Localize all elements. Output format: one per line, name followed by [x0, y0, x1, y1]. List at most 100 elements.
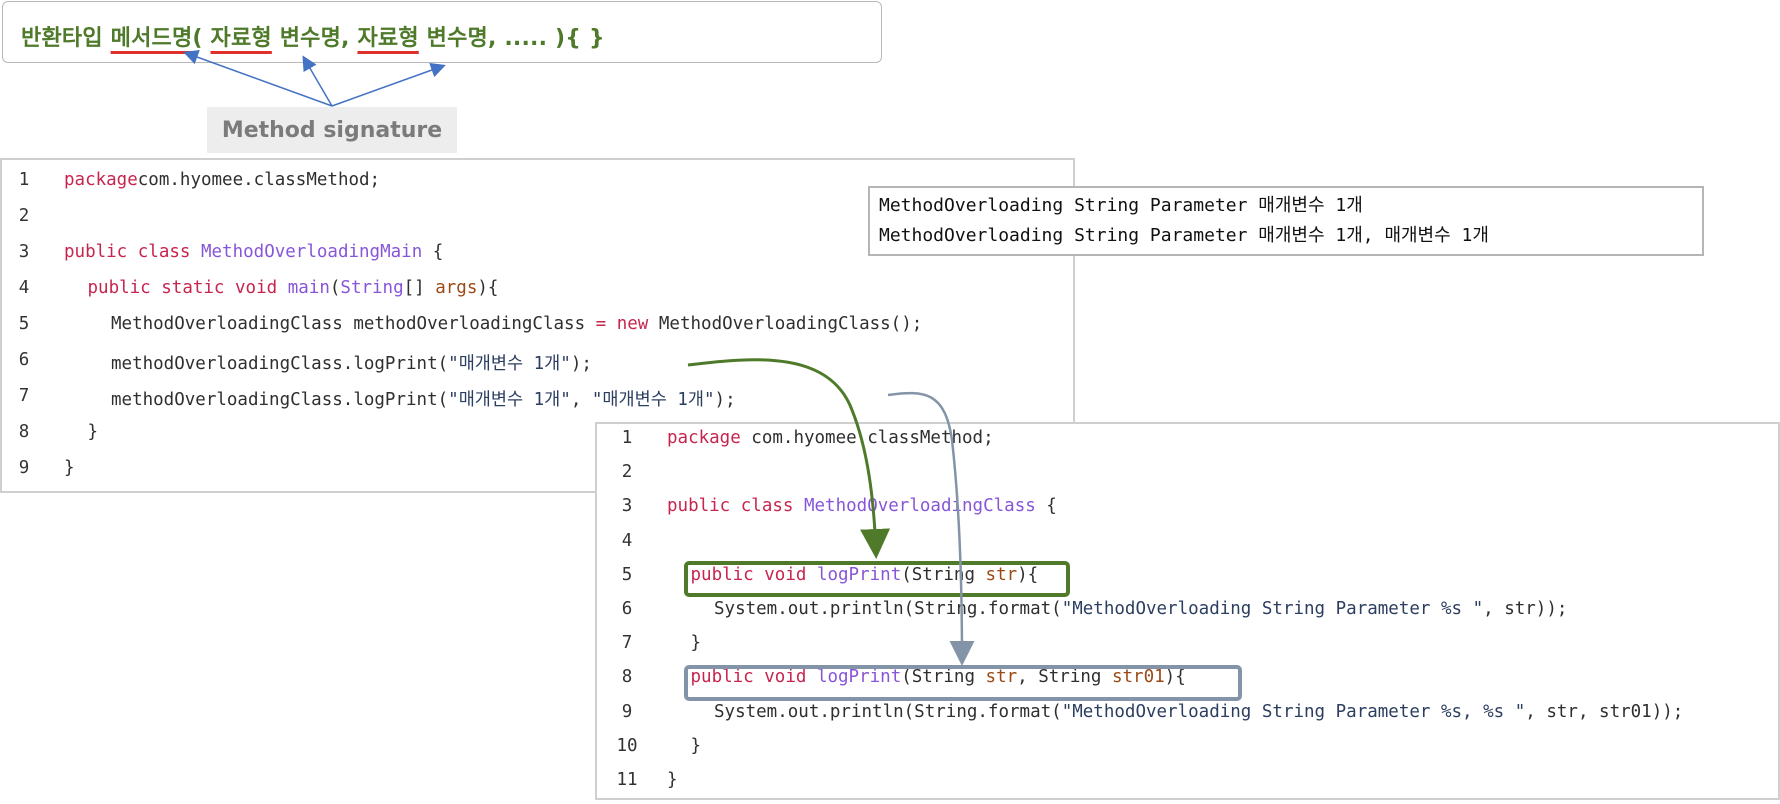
code-token: package [667, 428, 741, 448]
code-text: methodOverloadingClass.logPrint("매개변수 1개… [111, 386, 736, 411]
code-token: MethodOverloadingMain [190, 242, 423, 262]
code-token: [] [403, 278, 436, 298]
code-token: public [87, 278, 151, 298]
line-number: 2 [621, 462, 633, 483]
code-token: public [64, 242, 128, 262]
code-line: 2 [597, 462, 1778, 496]
code-token: "매개변수 1개" [448, 354, 571, 374]
code-token: com.hyomee.classMethod; [137, 170, 381, 190]
signature-text-part: 변수명, [271, 26, 358, 51]
line-number: 6 [18, 350, 30, 370]
code-token: ); [570, 354, 592, 374]
code-token: "MethodOverloading String Parameter %s " [1061, 599, 1484, 619]
code-token: , [570, 390, 592, 410]
code-token: static [150, 278, 225, 298]
code-token: public [667, 496, 731, 517]
console-output-panel: MethodOverloading String Parameter 매개변수 … [868, 186, 1704, 256]
code-token: MethodOverloadingClass(); [648, 314, 923, 334]
code-text: } [88, 422, 99, 442]
code-text: MethodOverloadingClass methodOverloading… [111, 314, 922, 334]
code-token: "매개변수 1개" [591, 390, 715, 410]
code-token: "MethodOverloading String Parameter %s, … [1061, 701, 1526, 722]
code-token: new [606, 314, 649, 334]
code-text: } [691, 736, 702, 756]
code-text: } [691, 633, 702, 653]
code-text: package com.hyomee.classMethod; [667, 428, 994, 448]
line-number: 3 [621, 496, 633, 517]
code-line: 3 public class MethodOverloadingClass { [597, 496, 1778, 530]
line-number: 7 [621, 633, 633, 654]
line-number: 2 [18, 206, 30, 226]
line-number: 1 [18, 170, 30, 190]
code-line: 6 System.out.println(String.format("Metho… [597, 599, 1778, 633]
code-token: = [595, 314, 607, 334]
method-signature-text: 반환타입 메서드명( 자료형 변수명, 자료형 변수명, ..... ){ } [21, 20, 605, 52]
console-output-line: MethodOverloading String Parameter 매개변수 … [879, 195, 1363, 216]
signature-underlined-term: 메서드명 [110, 26, 193, 51]
line-number: 5 [621, 564, 633, 585]
signature-underlined-term: 자료형 [210, 26, 272, 51]
code-line: 1 package com.hyomee.classMethod; [597, 428, 1778, 462]
code-token: void [224, 278, 278, 298]
line-number: 4 [621, 530, 633, 551]
code-line: 9 System.out.println(String.format("Metho… [597, 702, 1778, 736]
line-number: 1 [621, 428, 633, 448]
code-line: 6 methodOverloadingClass.logPrint("매개변수 1… [2, 350, 1073, 386]
line-number: 3 [18, 242, 30, 262]
line-number: 8 [18, 422, 30, 442]
console-output-line: MethodOverloading String Parameter 매개변수 … [879, 225, 1489, 246]
code-token: { [422, 242, 444, 262]
code-token: class [730, 496, 794, 517]
pointer-arrow-type-2 [331, 63, 446, 107]
code-text: public class MethodOverloadingMain { [64, 242, 443, 262]
single-param-method-highlight [684, 561, 1070, 597]
code-text: public static void main(String[] args){ [88, 278, 499, 298]
line-number: 5 [18, 314, 30, 334]
method-signature-box: 반환타입 메서드명( 자료형 변수명, 자료형 변수명, ..... ){ } [2, 1, 882, 63]
code-token: ); [714, 390, 736, 410]
code-token: MethodOverloadingClass [793, 496, 1036, 517]
code-line: 7 methodOverloadingClass.logPrint("매개변수 1… [2, 386, 1073, 422]
signature-text-part: 반환타입 [21, 26, 111, 51]
code-line: 4 [597, 531, 1778, 565]
code-token: MethodOverloadingClass methodOverloading… [111, 314, 596, 334]
code-text: } [64, 458, 75, 478]
code-token: package [64, 170, 138, 190]
code-text: public class MethodOverloadingClass { [667, 496, 1057, 516]
code-token: "매개변수 1개" [448, 390, 571, 410]
line-number: 4 [18, 278, 30, 298]
code-token: System.out.println(String.format( [714, 599, 1062, 619]
code-line: 4 public static void main(String[] args){ [2, 278, 1073, 314]
code-token: , str, str01)); [1525, 701, 1684, 722]
method-signature-label: Method signature [207, 107, 457, 153]
code-token: ( [329, 278, 341, 298]
two-param-method-highlight [684, 665, 1242, 701]
code-token: } [690, 633, 702, 654]
code-text: System.out.println(String.format("Method… [714, 702, 1683, 722]
line-number: 6 [621, 599, 633, 619]
signature-text-part: ( [192, 26, 211, 51]
code-token: String [340, 278, 404, 298]
code-token: main [277, 278, 330, 298]
line-number: 7 [18, 386, 30, 406]
code-line: 7} [597, 633, 1778, 667]
line-number: 8 [621, 667, 633, 688]
code-line: 11} [597, 770, 1778, 804]
code-token: } [667, 770, 678, 790]
code-token: args [435, 278, 478, 298]
code-token: class [127, 242, 191, 262]
line-number: 10 [616, 735, 638, 756]
class-code-panel: 1 package com.hyomee.classMethod; 2 3 public… [595, 422, 1780, 800]
signature-underlined-term: 자료형 [357, 26, 419, 51]
code-token: methodOverloadingClass.logPrint( [111, 354, 449, 374]
code-token: } [690, 735, 702, 756]
code-text: methodOverloadingClass.logPrint("매개변수 1개… [111, 350, 592, 375]
code-line: 5 MethodOverloadingClass methodOverloadin… [2, 314, 1073, 350]
signature-text-part: 변수명, ..... ){ } [418, 26, 605, 51]
line-number: 9 [18, 458, 30, 478]
code-token: , str)); [1483, 599, 1568, 619]
code-text: System.out.println(String.format("Method… [714, 599, 1567, 619]
code-token: } [87, 422, 99, 442]
code-token: { [1035, 496, 1057, 517]
pointer-arrow-type-1 [302, 55, 333, 107]
